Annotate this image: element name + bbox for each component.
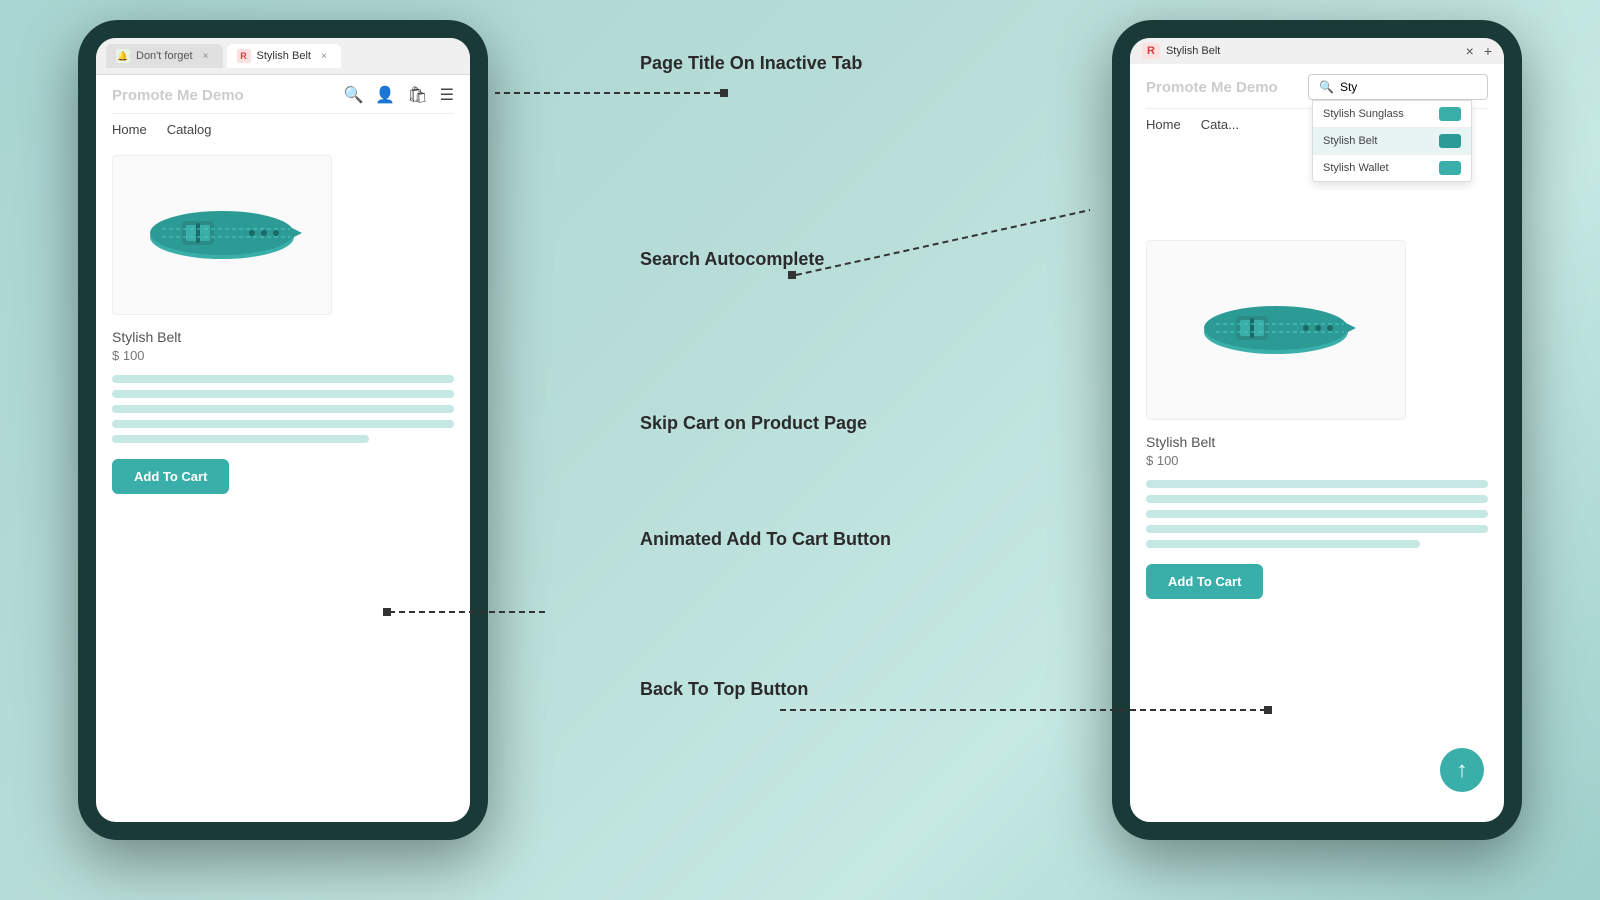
autocomplete-icon-2 [1439, 161, 1461, 175]
favicon-remind: 🔔 [116, 49, 130, 63]
tab-close-stylish-belt[interactable]: × [317, 49, 331, 63]
desc-line-5 [112, 435, 369, 443]
autocomplete-label-1: Stylish Belt [1323, 135, 1377, 147]
autocomplete-icon-1 [1439, 134, 1461, 148]
nav-catalog-left[interactable]: Catalog [167, 122, 212, 137]
right-phone-screen: R Stylish Belt × + Promote Me Demo 🔍 Sty [1130, 38, 1504, 822]
product-name-right: Stylish Belt [1146, 434, 1488, 450]
product-area-right: Stylish Belt $ 100 Add To Cart [1130, 140, 1504, 609]
add-to-cart-left[interactable]: Add To Cart [112, 459, 229, 494]
search-value-right: Sty [1340, 80, 1357, 94]
autocomplete-item-0[interactable]: Stylish Sunglass [1313, 101, 1471, 128]
tab-stylish-belt[interactable]: R Stylish Belt × [227, 44, 341, 68]
desc-line-4 [112, 420, 454, 428]
rdesc-line-3 [1146, 510, 1488, 518]
tab-bar-left: 🔔 Don't forget × R Stylish Belt × [106, 44, 460, 68]
store-nav-left: Home Catalog [112, 113, 454, 145]
logo-row-right: Promote Me Demo 🔍 Sty Stylish Sunglass [1146, 74, 1488, 100]
rdesc-line-1 [1146, 480, 1488, 488]
description-right [1146, 480, 1488, 548]
product-price-left: $ 100 [112, 348, 454, 363]
nav-catalog-right[interactable]: Cata... [1201, 117, 1239, 132]
annotation-skip-cart: Skip Cart on Product Page [640, 412, 867, 435]
annotation-back-top: Back To Top Button [640, 678, 808, 701]
store-icons-left: 🔍 👤 🛍 ☰ [344, 85, 455, 105]
autocomplete-label-2: Stylish Wallet [1323, 162, 1389, 174]
menu-icon-left[interactable]: ☰ [440, 85, 454, 105]
desc-line-2 [112, 390, 454, 398]
store-header-right: Promote Me Demo 🔍 Sty Stylish Sunglass [1130, 64, 1504, 140]
nav-home-left[interactable]: Home [112, 122, 147, 137]
search-input-right[interactable]: 🔍 Sty [1308, 74, 1488, 100]
autocomplete-label-0: Stylish Sunglass [1323, 108, 1404, 120]
logo-row-left: Promote Me Demo 🔍 👤 🛍 ☰ [112, 85, 454, 105]
tab-dont-forget[interactable]: 🔔 Don't forget × [106, 44, 223, 68]
search-icon-right: 🔍 [1319, 80, 1334, 94]
store-logo-right: Promote Me Demo [1146, 79, 1278, 96]
store-header-left: Promote Me Demo 🔍 👤 🛍 ☰ Home Catalog [96, 75, 470, 145]
product-image-right [1146, 240, 1406, 420]
tab-actions-right: × + [1466, 43, 1492, 59]
favicon-stylish-belt: R [237, 49, 251, 63]
nav-home-right[interactable]: Home [1146, 117, 1181, 132]
left-phone: 🔔 Don't forget × R Stylish Belt × Promot… [78, 20, 488, 840]
store-logo-left: Promote Me Demo [112, 87, 244, 104]
autocomplete-item-1[interactable]: Stylish Belt [1313, 128, 1471, 155]
description-left [112, 375, 454, 443]
tab-close-dont-forget[interactable]: × [199, 49, 213, 63]
tab-label-right: Stylish Belt [1166, 45, 1220, 57]
autocomplete-dropdown: Stylish Sunglass Stylish Belt Stylish Wa… [1312, 100, 1472, 182]
product-name-left: Stylish Belt [112, 329, 454, 345]
back-to-top-button[interactable]: ↑ [1440, 748, 1484, 792]
rdesc-line-2 [1146, 495, 1488, 503]
new-tab-right[interactable]: + [1484, 43, 1492, 59]
cart-icon-left[interactable]: 🛍 [407, 85, 427, 105]
belt-image-left [142, 190, 302, 280]
left-phone-screen: 🔔 Don't forget × R Stylish Belt × Promot… [96, 38, 470, 822]
tab-bar-right: R Stylish Belt [1142, 43, 1220, 59]
product-price-right: $ 100 [1146, 453, 1488, 468]
favicon-right: R [1142, 43, 1160, 59]
desc-line-1 [112, 375, 454, 383]
close-tab-right[interactable]: × [1466, 43, 1474, 59]
add-to-cart-right[interactable]: Add To Cart [1146, 564, 1263, 599]
rdesc-line-5 [1146, 540, 1420, 548]
tab-label-dont-forget: Don't forget [136, 50, 193, 62]
product-area-left: Stylish Belt $ 100 Add To Cart [96, 145, 470, 504]
annotation-page-title: Page Title On Inactive Tab [640, 52, 862, 75]
autocomplete-icon-0 [1439, 107, 1461, 121]
annotation-add-cart: Animated Add To Cart Button [640, 528, 891, 551]
browser-chrome-right: R Stylish Belt × + [1130, 38, 1504, 64]
desc-line-3 [112, 405, 454, 413]
tab-label-stylish-belt: Stylish Belt [257, 50, 311, 62]
rdesc-line-4 [1146, 525, 1488, 533]
browser-chrome-left: 🔔 Don't forget × R Stylish Belt × [96, 38, 470, 75]
belt-image-right [1196, 285, 1356, 375]
search-area-right: 🔍 Sty Stylish Sunglass Stylish Belt [1308, 74, 1488, 100]
autocomplete-item-2[interactable]: Stylish Wallet [1313, 155, 1471, 181]
annotation-search: Search Autocomplete [640, 248, 824, 271]
product-image-left [112, 155, 332, 315]
back-to-top-arrow: ↑ [1457, 757, 1468, 783]
account-icon-left[interactable]: 👤 [375, 85, 395, 105]
search-icon-left[interactable]: 🔍 [344, 85, 364, 105]
right-phone: R Stylish Belt × + Promote Me Demo 🔍 Sty [1112, 20, 1522, 840]
